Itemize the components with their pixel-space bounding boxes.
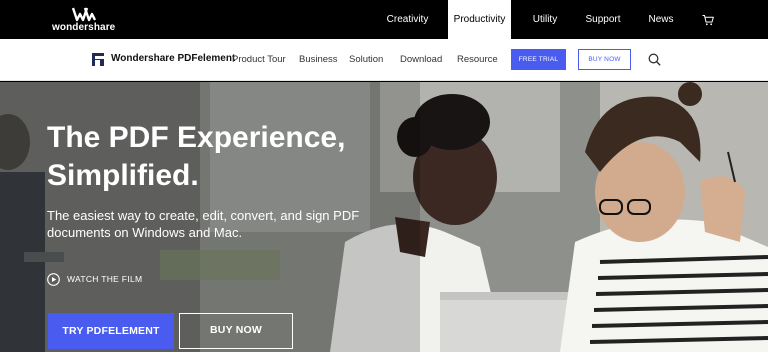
topnav-utility[interactable]: Utility — [528, 0, 562, 39]
topnav-creativity[interactable]: Creativity — [380, 0, 435, 39]
nav-business[interactable]: Business — [299, 54, 338, 65]
nav-solution[interactable]: Solution — [349, 54, 383, 65]
buy-now-button-hero[interactable]: BUY NOW — [179, 313, 293, 349]
hero-subtitle: The easiest way to create, edit, convert… — [47, 208, 360, 240]
topnav-news[interactable]: News — [646, 0, 676, 39]
watch-film-label: WATCH THE FILM — [67, 274, 143, 284]
wondershare-wordmark: wondershare — [52, 22, 116, 33]
hero-banner: The PDF Experience, Simplified. The easi… — [0, 82, 768, 352]
search-icon[interactable] — [648, 53, 661, 66]
hero-title: The PDF Experience, Simplified. — [47, 121, 346, 192]
free-trial-button[interactable]: FREE TRIAL — [511, 49, 566, 70]
wondershare-logo[interactable]: wondershare — [52, 6, 116, 34]
cart-icon[interactable] — [702, 14, 714, 26]
product-name[interactable]: Wondershare PDFelement — [111, 53, 235, 64]
topnav-support[interactable]: Support — [583, 0, 623, 39]
nav-resource[interactable]: Resource — [457, 54, 498, 65]
top-bar: wondershare Creativity Productivity Util… — [0, 0, 768, 39]
product-nav: Wondershare PDFelement Product Tour Busi… — [0, 39, 768, 81]
nav-product-tour[interactable]: Product Tour — [232, 54, 286, 65]
nav-download[interactable]: Download — [400, 54, 442, 65]
topnav-productivity[interactable]: Productivity — [448, 0, 511, 39]
try-pdfelement-button[interactable]: TRY PDFELEMENT — [48, 313, 174, 349]
pdfelement-logo-icon[interactable] — [92, 53, 104, 66]
play-icon — [47, 272, 60, 286]
wondershare-mark-icon — [72, 7, 96, 22]
buy-now-button-nav[interactable]: BUY NOW — [578, 49, 631, 70]
watch-film-link[interactable]: WATCH THE FILM — [47, 272, 142, 286]
